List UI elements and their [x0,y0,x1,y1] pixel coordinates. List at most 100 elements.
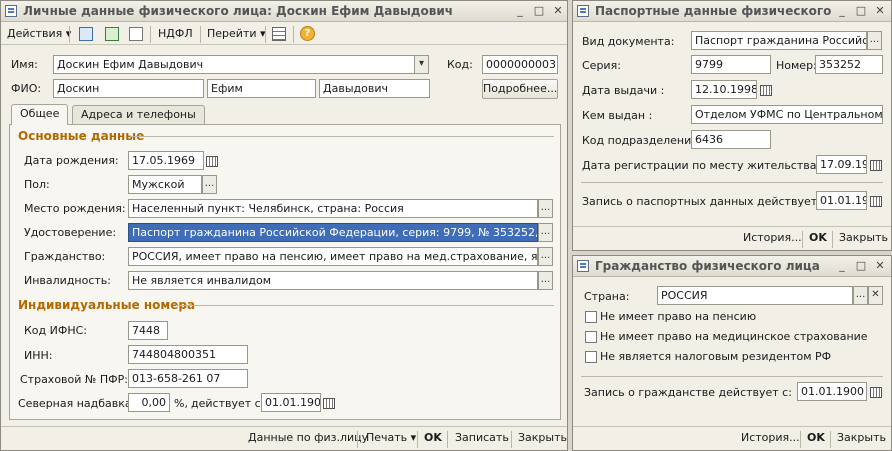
tab-addresses[interactable]: Адреса и телефоны [72,105,205,124]
passport-title: Паспортные данные физического лица [595,4,831,18]
birthplace-select-button[interactable]: ... [538,199,553,218]
name-dropdown-button[interactable]: ▾ [414,55,429,74]
citizenship-valid-from-label: Запись о гражданстве действует с: [584,386,792,399]
birthplace-label: Место рождения: [24,202,126,215]
passport-valid-from-label: Запись о паспортных данных действует с: [582,195,831,208]
disability-input[interactable]: Не является инвалидом [128,271,538,290]
disability-select-button[interactable]: ... [538,271,553,290]
passport-footer: История... OK Закрыть [573,226,891,250]
inn-input[interactable]: 744804800351 [128,345,248,364]
citizenship-titlebar[interactable]: Гражданство физического лица _ □ ✕ [573,256,891,277]
minimize-icon[interactable]: _ [835,259,849,273]
calendar-icon[interactable] [758,82,772,97]
reg-date-label: Дата регистрации по месту жительства: [582,159,821,172]
first-name-input[interactable]: Ефим [207,79,316,98]
name-input[interactable]: Доскин Ефим Давыдович [53,55,415,74]
person-data-button[interactable]: Данные по физ.лицу [248,431,368,444]
series-label: Серия: [582,59,621,72]
more-button[interactable]: Подробнее... [482,79,558,99]
no-medical-checkbox[interactable] [585,331,597,343]
birth-date-label: Дата рождения: [24,154,119,167]
main-title: Личные данные физического лица: Доскин Е… [23,4,454,18]
print-menu[interactable]: Печать ▾ [366,431,416,444]
pfr-input[interactable]: 013-658-261 07 [128,369,248,388]
passport-history-button[interactable]: История... [743,231,802,244]
citizenship-history-button[interactable]: История... [741,431,800,444]
passport-titlebar[interactable]: Паспортные данные физического лица _ □ ✕ [573,1,891,22]
sex-input[interactable]: Мужской [128,175,202,194]
export-icon[interactable] [79,27,93,41]
tab-panel: Основные данные Дата рождения: 17.05.196… [9,124,561,420]
main-footer: Данные по физ.лицу Печать ▾ OK Записать … [1,426,567,450]
birth-date-input[interactable]: 17.05.1969 [128,151,204,170]
id-document-input[interactable]: Паспорт гражданина Российской Федерации,… [128,223,538,242]
passport-valid-from-input[interactable]: 01.01.1900 [816,191,867,210]
citizenship-ok-button[interactable]: OK [807,431,825,444]
save-button[interactable]: Записать [455,431,509,444]
issued-by-input[interactable]: Отделом УФМС по Центральному району [691,105,883,124]
north-allowance-date-input[interactable]: 01.01.1900 [261,393,321,412]
close-button[interactable]: Закрыть [518,431,567,444]
passport-ok-button[interactable]: OK [809,231,827,244]
tab-general[interactable]: Общее [11,104,69,125]
calendar-icon[interactable] [868,157,882,172]
sex-select-button[interactable]: ... [202,175,217,194]
doc-type-label: Вид документа: [582,35,675,48]
ifns-input[interactable]: 7448 [128,321,168,340]
image-icon[interactable] [105,27,119,41]
minimize-icon[interactable]: _ [513,4,527,18]
calendar-icon[interactable] [321,395,335,410]
ok-button[interactable]: OK [424,431,442,444]
citizenship-title: Гражданство физического лица [595,259,820,273]
list-icon[interactable] [272,27,286,41]
copy-icon[interactable] [129,27,143,41]
issue-date-label: Дата выдачи : [582,84,665,97]
ndfl-button[interactable]: НДФЛ [158,23,193,45]
close-icon[interactable]: ✕ [873,4,887,18]
last-name-input[interactable]: Доскин [53,79,204,98]
fio-label: ФИО: [11,82,42,95]
help-icon[interactable]: ? [300,26,315,41]
citizenship-input[interactable]: РОССИЯ, имеет право на пенсию, имеет пра… [128,247,538,266]
middle-name-input[interactable]: Давыдович [319,79,430,98]
issue-date-input[interactable]: 12.10.1998 [691,80,757,99]
goto-menu[interactable]: Перейти ▾ [207,23,266,45]
dept-code-input[interactable]: 6436 [691,130,771,149]
passport-close-button[interactable]: Закрыть [839,231,888,244]
calendar-icon[interactable] [868,193,882,208]
name-label: Имя: [11,58,38,71]
series-input[interactable]: 9799 [691,55,771,74]
id-document-select-button[interactable]: ... [538,223,553,242]
birthplace-input[interactable]: Населенный пункт: Челябинск, страна: Рос… [128,199,538,218]
citizenship-close-button[interactable]: Закрыть [837,431,886,444]
form-icon [5,5,17,17]
country-clear-button[interactable]: ✕ [868,286,883,305]
minimize-icon[interactable]: _ [835,4,849,18]
citizenship-valid-from-input[interactable]: 01.01.1900 [797,382,867,401]
reg-date-input[interactable]: 17.09.1998 [816,155,867,174]
main-toolbar: Действия ▾ НДФЛ Перейти ▾ ? [1,23,567,45]
percent-label: %, [174,397,188,410]
calendar-icon[interactable] [204,153,218,168]
country-select-button[interactable]: ... [853,286,868,305]
close-icon[interactable]: ✕ [873,259,887,273]
maximize-icon[interactable]: □ [532,4,546,18]
number-input[interactable]: 353252 [815,55,883,74]
no-pension-checkbox[interactable] [585,311,597,323]
country-input[interactable]: РОССИЯ [657,286,853,305]
citizenship-select-button[interactable]: ... [538,247,553,266]
doc-type-input[interactable]: Паспорт гражданина Российской Федерации [691,31,867,50]
close-icon[interactable]: ✕ [551,4,565,18]
main-titlebar[interactable]: Личные данные физического лица: Доскин Е… [1,1,567,22]
north-allowance-label: Северная надбавка: [18,397,136,410]
north-allowance-input[interactable]: 0,00 [128,393,170,412]
actions-menu[interactable]: Действия ▾ [7,23,71,45]
no-medical-label: Не имеет право на медицинское страховани… [600,330,868,343]
not-resident-checkbox[interactable] [585,351,597,363]
doc-type-select-button[interactable]: ... [867,31,882,50]
code-input[interactable]: 0000000003 [482,55,558,74]
maximize-icon[interactable]: □ [854,4,868,18]
calendar-icon[interactable] [868,384,882,399]
maximize-icon[interactable]: □ [854,259,868,273]
passport-window: Паспортные данные физического лица _ □ ✕… [572,0,892,251]
